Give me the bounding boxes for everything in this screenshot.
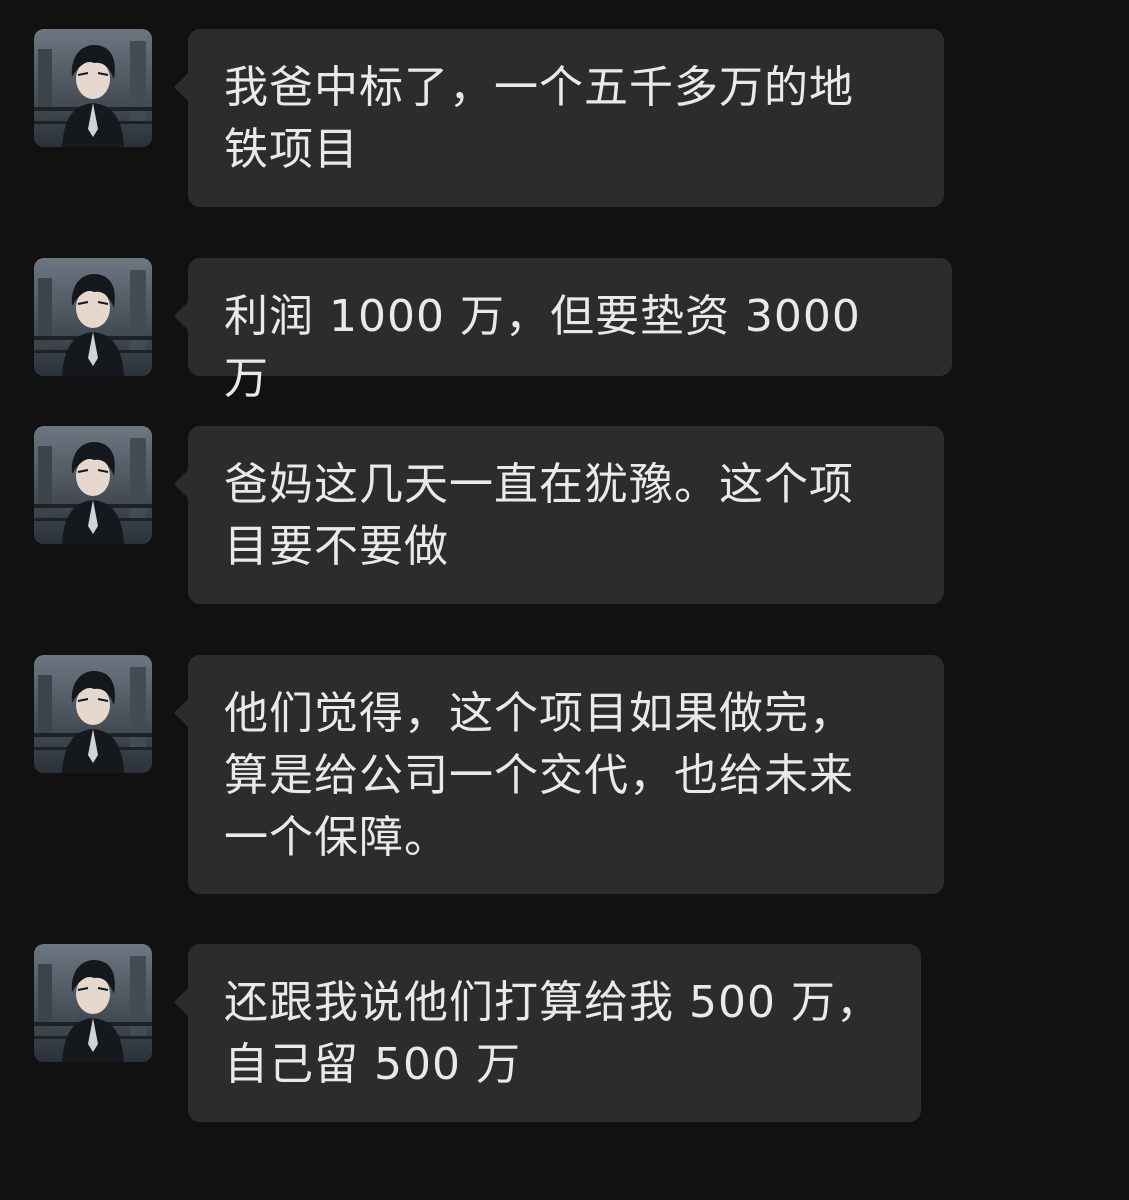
- message-bubble[interactable]: 爸妈这几天一直在犹豫。这个项 目要不要做: [174, 426, 944, 604]
- user-avatar-icon[interactable]: [34, 29, 152, 147]
- user-avatar-icon[interactable]: [34, 258, 152, 376]
- avatar-illustration: [34, 29, 152, 147]
- user-avatar-icon[interactable]: [34, 944, 152, 1062]
- avatar-illustration: [34, 258, 152, 376]
- user-avatar-icon[interactable]: [34, 426, 152, 544]
- message-bubble[interactable]: 还跟我说他们打算给我 500 万， 自己留 500 万: [174, 944, 921, 1122]
- avatar-illustration: [34, 655, 152, 773]
- user-avatar-icon[interactable]: [34, 655, 152, 773]
- avatar-illustration: [34, 426, 152, 544]
- message-bubble[interactable]: 利润 1000 万，但要垫资 3000 万: [174, 258, 952, 404]
- avatar-illustration: [34, 944, 152, 1062]
- message-bubble[interactable]: 我爸中标了，一个五千多万的地 铁项目: [174, 29, 944, 207]
- message-bubble[interactable]: 他们觉得，这个项目如果做完， 算是给公司一个交代，也给未来 一个保障。: [174, 655, 944, 894]
